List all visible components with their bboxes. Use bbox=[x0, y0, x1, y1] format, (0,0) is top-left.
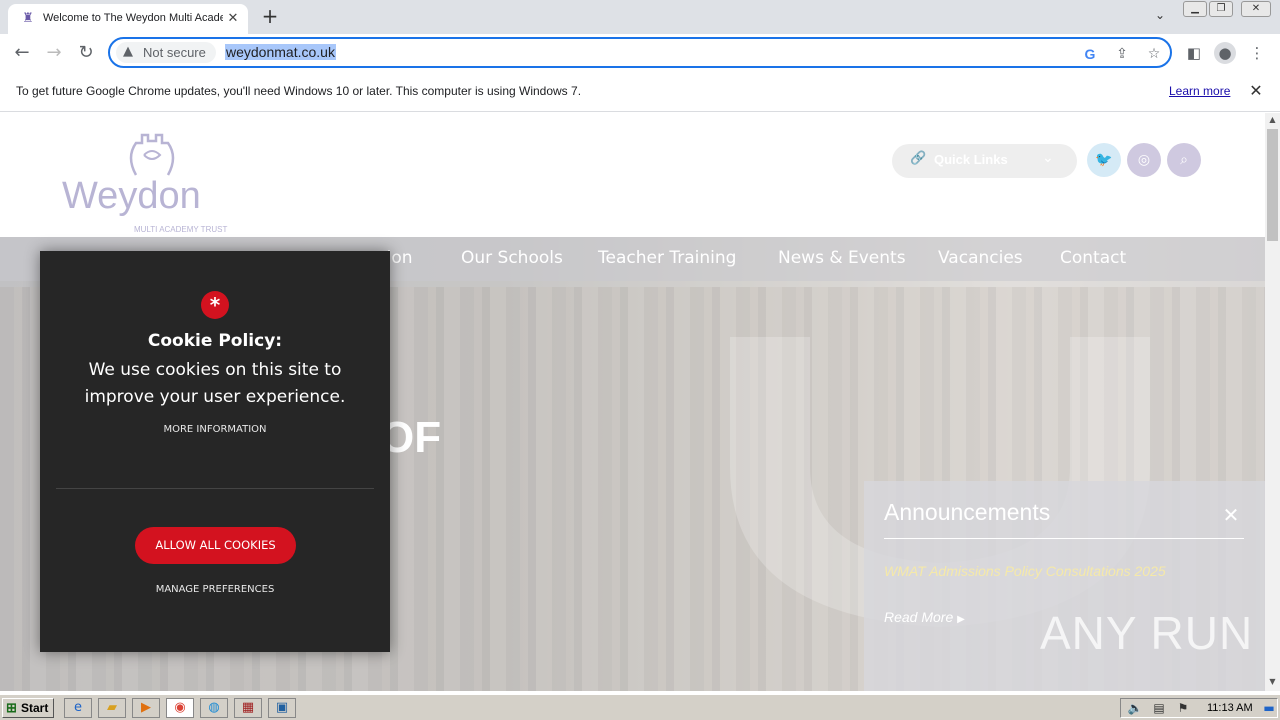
announcements-title: Announcements bbox=[884, 499, 1051, 525]
cookie-title: Cookie Policy: bbox=[147, 331, 283, 351]
close-icon[interactable]: ✕ bbox=[1220, 503, 1242, 527]
url-text[interactable]: weydonmat.co.uk bbox=[225, 44, 336, 60]
forward-icon[interactable]: → bbox=[41, 40, 67, 66]
tab-strip: ♜ Welcome to The Weydon Multi Academ ✕ +… bbox=[0, 0, 1280, 34]
minimize-icon[interactable]: ▁ bbox=[1183, 1, 1207, 17]
app-window-icon[interactable]: ▣ bbox=[268, 698, 296, 718]
window-close-icon[interactable]: ✕ bbox=[1241, 1, 1271, 17]
caret-right-icon: ▶ bbox=[957, 614, 965, 625]
browser-toolbar: ← → ↻ ▲ Not secure weydonmat.co.uk G ⇪ ☆… bbox=[0, 34, 1280, 72]
read-more-link[interactable]: Read More ▶ bbox=[884, 609, 965, 625]
close-icon[interactable]: ✕ bbox=[1246, 81, 1266, 100]
logo-wordmark: Weydon bbox=[62, 175, 201, 217]
reload-icon[interactable]: ↻ bbox=[73, 40, 99, 66]
quick-links-dropdown[interactable]: 🔗 Quick Links ⌄ bbox=[892, 144, 1077, 178]
search-icon[interactable]: ⌕ bbox=[1167, 143, 1201, 177]
cookie-message: We use cookies on this site to improve y… bbox=[84, 360, 346, 407]
profile-avatar-icon[interactable]: ● bbox=[1214, 42, 1236, 64]
tab-title: Welcome to The Weydon Multi Academ bbox=[43, 12, 223, 24]
instagram-icon[interactable]: ◎ bbox=[1127, 143, 1161, 177]
divider bbox=[56, 488, 374, 489]
tab-active[interactable]: ♜ Welcome to The Weydon Multi Academ ✕ bbox=[8, 4, 248, 34]
start-label: Start bbox=[21, 701, 49, 715]
page-scrollbar[interactable]: ▲ ▼ bbox=[1265, 113, 1280, 691]
nav-item-teacher-training[interactable]: Teacher Training bbox=[598, 248, 736, 268]
volume-icon[interactable]: 🔈 bbox=[1127, 701, 1143, 715]
windows-taskbar: ⊞ Start e ▰ ▶ ◉ ◍ ▦ ▣ 🔈 ▤ ⚑ 11:13 AM ▬ bbox=[0, 694, 1280, 720]
security-label: Not secure bbox=[143, 45, 206, 60]
scroll-thumb[interactable] bbox=[1267, 129, 1278, 241]
nav-item-our-schools[interactable]: Our Schools bbox=[461, 248, 563, 268]
more-information-link[interactable]: MORE INFORMATION bbox=[40, 424, 390, 435]
edge-icon[interactable]: ◍ bbox=[200, 698, 228, 718]
security-chip[interactable]: ▲ Not secure bbox=[116, 42, 216, 63]
share-icon[interactable]: ⇪ bbox=[1112, 44, 1132, 64]
nav-item-news-events[interactable]: News & Events bbox=[778, 248, 906, 268]
logo-subtitle: MULTI ACADEMY TRUST bbox=[134, 225, 228, 234]
link-icon: 🔗 bbox=[910, 151, 927, 166]
chevron-down-icon[interactable]: ⌄ bbox=[1150, 8, 1170, 26]
read-more-label: Read More bbox=[884, 609, 954, 625]
castle-crest-icon bbox=[129, 133, 175, 176]
cookie-consent-dialog: * Cookie Policy: We use cookies on this … bbox=[40, 251, 390, 652]
new-tab-icon[interactable]: + bbox=[258, 5, 282, 29]
address-bar[interactable]: ▲ Not secure weydonmat.co.uk G ⇪ ☆ bbox=[108, 37, 1172, 68]
announcement-link[interactable]: WMAT Admissions Policy Consultations 202… bbox=[884, 563, 1166, 579]
nav-item-vacancies[interactable]: Vacancies bbox=[938, 248, 1023, 268]
side-panel-icon[interactable]: ◧ bbox=[1183, 42, 1205, 64]
google-lens-icon[interactable]: G bbox=[1080, 44, 1100, 64]
scroll-up-icon[interactable]: ▲ bbox=[1265, 115, 1280, 127]
learn-more-link[interactable]: Learn more bbox=[1169, 84, 1230, 98]
start-button[interactable]: ⊞ Start bbox=[2, 698, 54, 718]
quick-links-label: Quick Links bbox=[934, 152, 1008, 167]
weydon-crest-icon: ♜ bbox=[22, 11, 34, 26]
warning-icon: ▲ bbox=[123, 44, 133, 59]
internet-explorer-icon[interactable]: e bbox=[64, 698, 92, 718]
infobar-message: To get future Google Chrome updates, you… bbox=[16, 84, 582, 98]
clock[interactable]: 11:13 AM bbox=[1207, 702, 1253, 714]
anyrun-watermark: ANY RUN bbox=[1040, 607, 1254, 659]
chrome-icon[interactable]: ◉ bbox=[166, 698, 194, 718]
windows-flag-icon: ⊞ bbox=[6, 700, 17, 715]
network-icon[interactable]: ▤ bbox=[1151, 701, 1167, 715]
file-explorer-icon[interactable]: ▰ bbox=[98, 698, 126, 718]
restore-icon[interactable]: ❐ bbox=[1209, 1, 1233, 17]
back-icon[interactable]: ← bbox=[9, 40, 35, 66]
bookmark-star-icon[interactable]: ☆ bbox=[1144, 44, 1164, 64]
close-tab-icon[interactable]: ✕ bbox=[224, 10, 242, 28]
twitter-icon[interactable]: 🐦 bbox=[1087, 143, 1121, 177]
nav-item-contact[interactable]: Contact bbox=[1060, 248, 1126, 268]
archive-icon[interactable]: ▦ bbox=[234, 698, 262, 718]
scroll-down-icon[interactable]: ▼ bbox=[1265, 677, 1280, 689]
show-desktop-icon[interactable]: ▬ bbox=[1261, 701, 1277, 715]
site-logo[interactable]: Weydon MULTI ACADEMY TRUST bbox=[60, 127, 250, 234]
system-tray: 🔈 ▤ ⚑ 11:13 AM ▬ bbox=[1120, 698, 1278, 718]
media-player-icon[interactable]: ▶ bbox=[132, 698, 160, 718]
chevron-down-icon: ⌄ bbox=[1042, 150, 1054, 166]
manage-preferences-link[interactable]: MANAGE PREFERENCES bbox=[40, 584, 390, 595]
allow-all-cookies-button[interactable]: ALLOW ALL COOKIES bbox=[135, 527, 296, 564]
cookie-asterisk-icon: * bbox=[201, 291, 229, 319]
update-infobar: To get future Google Chrome updates, you… bbox=[0, 72, 1280, 112]
divider bbox=[884, 538, 1244, 539]
menu-kebab-icon[interactable]: ⋮ bbox=[1246, 42, 1268, 64]
action-center-flag-icon[interactable]: ⚑ bbox=[1175, 701, 1191, 715]
